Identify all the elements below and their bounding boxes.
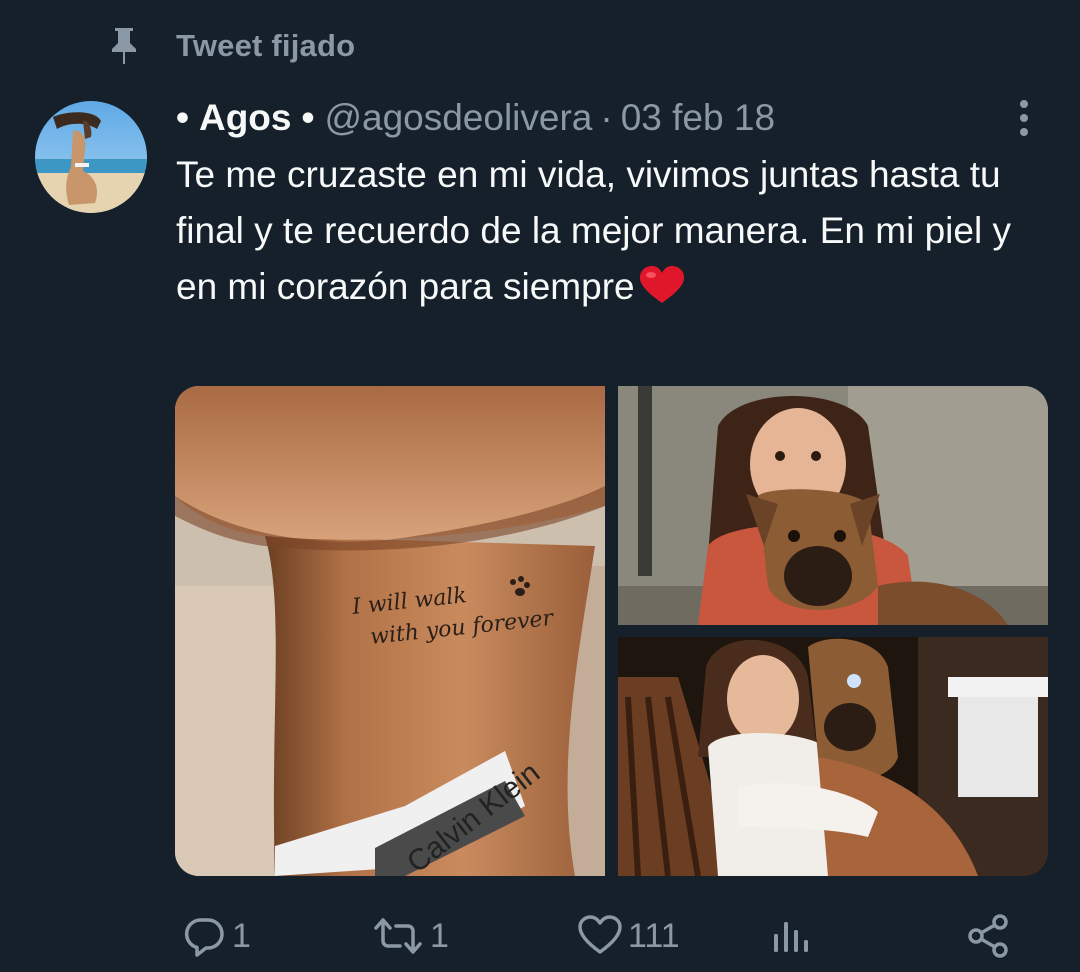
views-button[interactable] — [772, 906, 812, 966]
tweet-body: Te me cruzaste en mi vida, vivimos junta… — [176, 154, 1011, 307]
girl-puppy-photo[interactable] — [618, 386, 1048, 625]
action-bar: 1 1 111 — [0, 906, 1080, 966]
display-name[interactable]: Agos — [199, 97, 292, 139]
share-icon — [968, 914, 1008, 958]
reply-button[interactable]: 1 — [180, 906, 251, 966]
reply-icon — [184, 918, 224, 957]
pinned-label: Tweet fijado — [176, 28, 356, 63]
red-heart-emoji-icon — [639, 266, 684, 303]
date-separator: · — [600, 97, 613, 138]
tweet-header: • Agos • @agosdeolivera · 03 feb 18 — [176, 94, 775, 142]
like-button[interactable]: 111 — [576, 906, 680, 966]
pinned-tweet[interactable]: Tweet fijado • Agos • @agosdeolivera · 0… — [0, 0, 1080, 972]
more-vertical-icon — [1020, 100, 1028, 136]
tweet-date[interactable]: 03 feb 18 — [621, 97, 775, 139]
retweet-button[interactable]: 1 — [370, 906, 449, 966]
pinned-header: Tweet fijado — [108, 24, 355, 68]
girl-dog-photo[interactable] — [618, 637, 1048, 876]
avatar[interactable] — [35, 101, 147, 213]
media-grid: I will walk with you forever Calvin Klei… — [175, 386, 1048, 876]
name-prefix-bullet: • — [176, 97, 189, 138]
tattoo-photo[interactable]: I will walk with you forever Calvin Klei… — [175, 386, 605, 876]
user-handle[interactable]: @agosdeolivera — [324, 97, 592, 139]
pin-icon — [108, 26, 140, 66]
like-count: 111 — [628, 916, 680, 955]
retweet-count: 1 — [430, 916, 449, 955]
tweet-text: Te me cruzaste en mi vida, vivimos junta… — [176, 147, 1036, 315]
name-suffix-bullet: • — [301, 97, 315, 138]
retweet-icon — [374, 918, 422, 954]
analytics-icon — [774, 922, 808, 952]
reply-count: 1 — [232, 916, 251, 955]
heart-icon — [578, 915, 622, 954]
more-options-button[interactable] — [1004, 96, 1044, 140]
share-button[interactable] — [964, 906, 1012, 966]
